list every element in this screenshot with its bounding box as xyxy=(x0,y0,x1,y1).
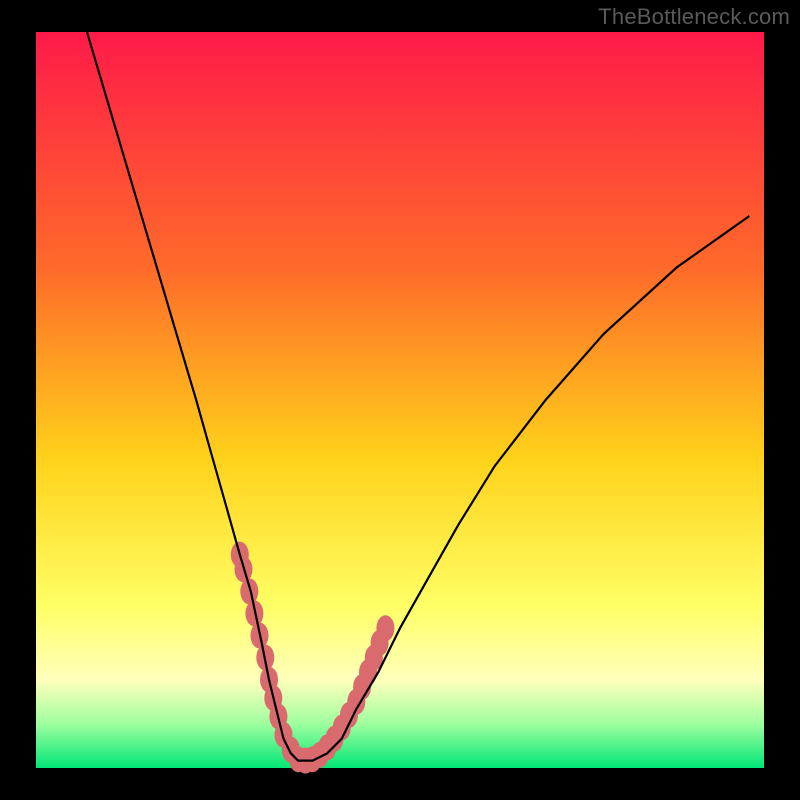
marker-dot xyxy=(376,615,394,641)
watermark-text: TheBottleneck.com xyxy=(598,4,790,30)
bottleneck-chart xyxy=(0,0,800,800)
plot-background xyxy=(36,32,764,768)
chart-frame: TheBottleneck.com xyxy=(0,0,800,800)
marker-dot xyxy=(240,578,258,604)
